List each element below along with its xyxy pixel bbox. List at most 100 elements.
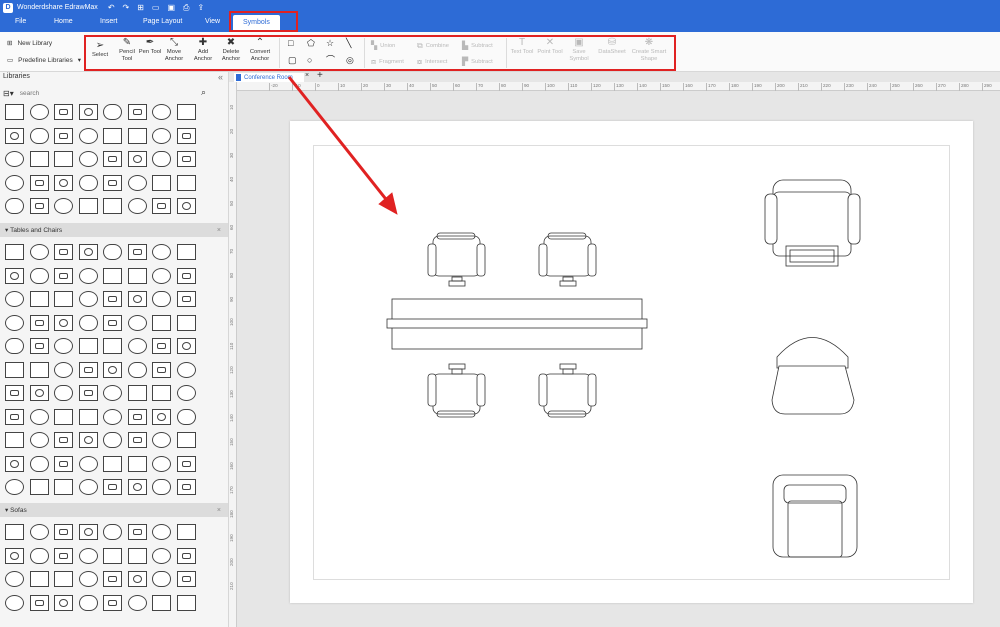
library-symbol-thumbnail[interactable] [54,267,73,284]
library-symbol-thumbnail[interactable] [5,174,24,191]
library-symbol-thumbnail[interactable] [78,385,98,401]
search-icon[interactable]: ⌕ [201,87,206,98]
library-symbol-thumbnail[interactable] [127,291,147,307]
library-symbol-thumbnail[interactable] [103,571,122,587]
library-symbol-thumbnail[interactable] [54,408,73,425]
library-symbol-thumbnail[interactable] [5,127,24,144]
library-symbol-thumbnail[interactable] [176,432,196,448]
library-symbol-thumbnail[interactable] [152,151,171,167]
library-symbol-thumbnail[interactable] [127,267,147,284]
library-symbol-thumbnail[interactable] [176,104,196,120]
library-symbol-thumbnail[interactable] [5,314,24,331]
library-symbol-thumbnail[interactable] [127,151,147,167]
library-symbol-thumbnail[interactable] [127,314,147,331]
library-symbol-thumbnail[interactable] [78,127,98,144]
library-symbol-thumbnail[interactable] [5,151,24,167]
library-symbol-thumbnail[interactable] [78,408,98,425]
new-file-icon[interactable]: ⊞ [137,3,144,12]
select-tool-button[interactable]: ➢ Select [87,40,113,59]
library-symbol-thumbnail[interactable] [152,432,171,448]
library-symbol-thumbnail[interactable] [152,571,171,587]
library-symbol-thumbnail[interactable] [29,479,49,495]
library-symbol-thumbnail[interactable] [5,267,24,284]
spiral-shape-icon[interactable]: ◎ [346,55,354,65]
library-symbol-thumbnail[interactable] [5,479,24,495]
predefine-libraries-button[interactable]: ▭ Predefine Libraries ▾ [7,56,81,65]
library-symbol-thumbnail[interactable] [176,174,196,191]
library-symbol-thumbnail[interactable] [78,174,98,191]
library-symbol-thumbnail[interactable] [176,408,196,425]
library-symbol-thumbnail[interactable] [78,151,98,167]
library-symbol-thumbnail[interactable] [29,104,49,120]
library-symbol-thumbnail[interactable] [54,547,73,564]
library-symbol-thumbnail[interactable] [29,408,49,425]
library-symbol-thumbnail[interactable] [127,361,147,378]
library-symbol-thumbnail[interactable] [127,547,147,564]
library-symbol-thumbnail[interactable] [127,455,147,472]
library-symbol-thumbnail[interactable] [127,338,147,354]
add-anchor-button[interactable]: ✚ Add Anchor [190,37,216,63]
collapse-panel-icon[interactable]: « [218,72,223,82]
library-symbol-thumbnail[interactable] [103,104,122,120]
library-symbol-thumbnail[interactable] [78,361,98,378]
library-symbol-thumbnail[interactable] [176,267,196,284]
library-symbol-thumbnail[interactable] [5,361,24,378]
arc-shape-icon[interactable]: ⌒ [326,55,335,65]
library-symbol-thumbnail[interactable] [78,104,98,120]
library-symbol-thumbnail[interactable] [103,408,122,425]
library-symbol-thumbnail[interactable] [78,314,98,331]
section-header-tables-chairs[interactable]: ▾ Tables and Chairs × [0,223,228,237]
library-symbol-thumbnail[interactable] [29,314,49,331]
new-library-button[interactable]: ⊞ New Library [7,39,52,48]
library-symbol-thumbnail[interactable] [29,244,49,260]
menu-insert[interactable]: Insert [100,18,118,25]
library-symbol-thumbnail[interactable] [152,385,171,401]
union-button[interactable]: ▚ Union [371,41,395,50]
library-symbol-thumbnail[interactable] [5,524,24,540]
library-symbol-thumbnail[interactable] [152,547,171,564]
library-symbol-thumbnail[interactable] [5,432,24,448]
library-symbol-thumbnail[interactable] [127,198,147,214]
library-symbol-thumbnail[interactable] [103,291,122,307]
library-symbol-thumbnail[interactable] [103,547,122,564]
library-symbol-thumbnail[interactable] [152,174,171,191]
library-symbol-thumbnail[interactable] [54,571,73,587]
library-symbol-thumbnail[interactable] [29,594,49,611]
library-symbol-thumbnail[interactable] [152,291,171,307]
library-symbol-thumbnail[interactable] [54,338,73,354]
print-icon[interactable]: ⎙ [183,3,189,13]
library-symbol-thumbnail[interactable] [176,151,196,167]
library-symbol-thumbnail[interactable] [78,455,98,472]
library-symbol-thumbnail[interactable] [176,127,196,144]
create-smart-shape-button[interactable]: ❋ Create Smart Shape [628,37,670,63]
section-header-sofas[interactable]: ▾ Sofas × [0,503,228,517]
save-icon[interactable]: ▣ [167,3,175,12]
library-symbol-thumbnail[interactable] [152,338,171,354]
library-symbol-thumbnail[interactable] [127,244,147,260]
library-symbol-thumbnail[interactable] [29,524,49,540]
library-symbol-thumbnail[interactable] [127,571,147,587]
library-symbol-thumbnail[interactable] [176,338,196,354]
library-symbol-thumbnail[interactable] [103,385,122,401]
library-symbol-thumbnail[interactable] [152,244,171,260]
library-symbol-thumbnail[interactable] [152,314,171,331]
library-symbol-thumbnail[interactable] [176,244,196,260]
library-symbol-thumbnail[interactable] [78,594,98,611]
circle-shape-icon[interactable]: ○ [307,55,312,65]
library-symbol-thumbnail[interactable] [5,104,24,120]
library-symbol-thumbnail[interactable] [54,432,73,448]
library-symbol-thumbnail[interactable] [29,151,49,167]
point-tool-button[interactable]: ✕ Point Tool [537,37,563,56]
library-symbol-thumbnail[interactable] [127,127,147,144]
library-symbol-thumbnail[interactable] [103,338,122,354]
library-symbol-thumbnail[interactable] [78,267,98,284]
library-symbol-thumbnail[interactable] [54,455,73,472]
library-symbol-thumbnail[interactable] [54,479,73,495]
intersect-button[interactable]: ⧇ Intersect [417,57,447,67]
library-symbol-thumbnail[interactable] [54,244,73,260]
library-symbol-thumbnail[interactable] [103,524,122,540]
save-symbol-button[interactable]: ▣ Save Symbol [566,37,592,63]
library-symbol-thumbnail[interactable] [152,198,171,214]
library-symbol-thumbnail[interactable] [54,291,73,307]
library-symbol-thumbnail[interactable] [176,524,196,540]
